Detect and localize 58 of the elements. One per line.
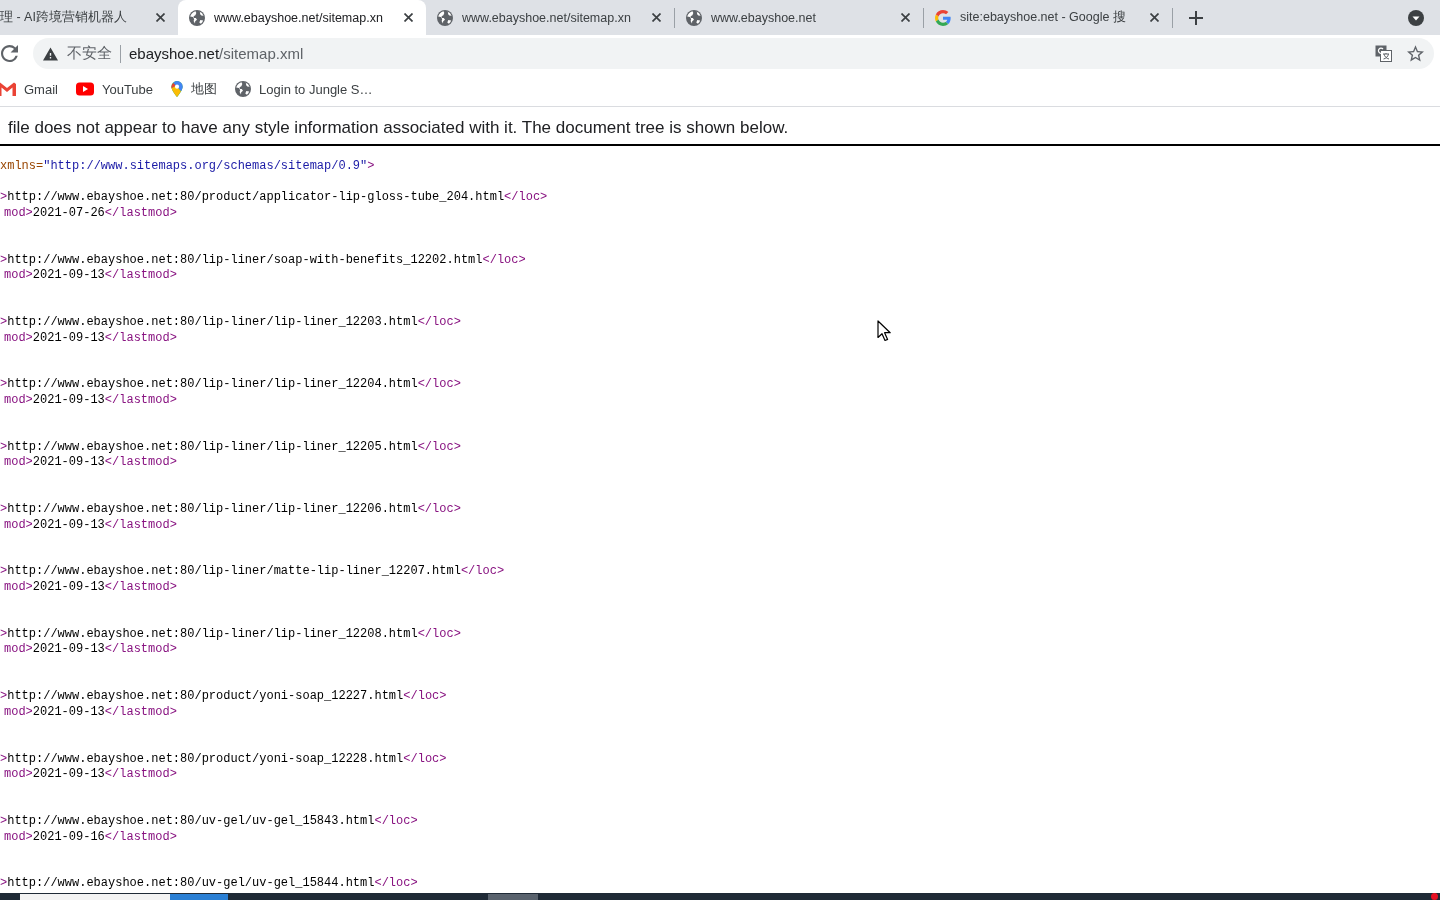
- translate-icon[interactable]: [1375, 45, 1392, 62]
- xml-lastmod-line: mod>2021-07-26</lastmod>: [3, 205, 177, 222]
- browser-tab[interactable]: www.ebayshoe.net/sitemap.xn: [426, 0, 674, 35]
- close-icon[interactable]: [901, 13, 910, 22]
- google-g-icon: [935, 9, 951, 26]
- globe-icon: [235, 81, 252, 97]
- mouse-cursor-icon: [877, 320, 891, 342]
- bookmark-item[interactable]: Login to Jungle S…: [235, 81, 373, 97]
- reload-icon[interactable]: [1, 45, 18, 62]
- bookmark-item[interactable]: 地图: [171, 80, 218, 98]
- globe-icon: [189, 9, 205, 26]
- xml-loc-line: >http://www.ebayshoe.net:80/product/yoni-soap_12228.html</loc>: [0, 751, 447, 768]
- xml-lastmod-line: mod>2021-09-13</lastmod>: [3, 330, 177, 347]
- xml-loc-line: >http://www.ebayshoe.net:80/lip-liner/lip-liner_12203.html</loc>: [0, 314, 461, 331]
- xml-lastmod-line: mod>2021-09-13</lastmod>: [3, 392, 177, 409]
- xml-lastmod-line: mod>2021-09-13</lastmod>: [3, 580, 177, 596]
- tab-search-dropdown-icon[interactable]: [1408, 9, 1424, 26]
- xml-lastmod-line: mod>2021-09-13</lastmod>: [3, 517, 177, 534]
- xml-style-notice: file does not appear to have any style information associated with it. The document tree is shown below.: [8, 116, 789, 138]
- notification-dot-icon: [1431, 893, 1438, 900]
- security-indicator[interactable]: 不安全: [43, 44, 112, 63]
- xml-loc-line: >http://www.ebayshoe.net:80/uv-gel/uv-gel_15844.html</loc>: [0, 876, 418, 892]
- bookmark-star-icon[interactable]: [1407, 45, 1424, 62]
- new-tab-plus-icon[interactable]: [1189, 10, 1203, 25]
- browser-tab[interactable]: www.ebayshoe.net/sitemap.xn: [178, 0, 426, 35]
- close-icon[interactable]: [156, 13, 165, 22]
- close-icon[interactable]: [1150, 13, 1159, 22]
- taskbar-search-field[interactable]: [20, 894, 170, 900]
- xml-loc-line: >http://www.ebayshoe.net:80/product/yoni-soap_12227.html</loc>: [0, 689, 447, 705]
- browser-tab[interactable]: site:ebayshoe.net - Google 搜: [924, 0, 1172, 35]
- xml-loc-line: >http://www.ebayshoe.net:80/lip-liner/lip-liner_12208.html</loc>: [0, 626, 461, 643]
- envelope-m-icon: [0, 81, 16, 97]
- xml-lastmod-line: mod>2021-09-13</lastmod>: [3, 642, 177, 658]
- xml-lastmod-line: mod>2021-09-16</lastmod>: [3, 829, 177, 846]
- close-icon[interactable]: [404, 13, 413, 22]
- xml-loc-line: >http://www.ebayshoe.net:80/lip-liner/lip-liner_12204.html</loc>: [0, 377, 461, 393]
- xml-lastmod-line: mod>2021-09-13</lastmod>: [3, 767, 177, 783]
- xml-lastmod-line: mod>2021-09-13</lastmod>: [3, 268, 177, 284]
- browser-tab[interactable]: www.ebayshoe.net: [675, 0, 923, 35]
- xml-loc-line: >http://www.ebayshoe.net:80/uv-gel/uv-gel_15843.html</loc>: [0, 813, 418, 830]
- bookmark-item[interactable]: Gmail: [0, 81, 58, 97]
- address-bar[interactable]: 不安全 ebayshoe.net/sitemap.xml: [33, 38, 1434, 69]
- play-button-icon: [75, 81, 94, 97]
- xml-loc-line: >http://www.ebayshoe.net:80/lip-liner/matte-lip-liner_12207.html</loc>: [0, 564, 505, 581]
- xml-lastmod-line: mod>2021-09-13</lastmod>: [3, 704, 177, 721]
- browser-tab[interactable]: 理 - AI跨境营销机器人: [0, 0, 178, 35]
- warning-icon: [43, 46, 58, 61]
- xml-lastmod-line: mod>2021-09-13</lastmod>: [3, 455, 177, 471]
- close-icon[interactable]: [652, 13, 661, 22]
- globe-icon: [686, 9, 702, 26]
- xml-loc-line: >http://www.ebayshoe.net:80/lip-liner/soap-with-benefits_12202.html</loc>: [0, 252, 526, 269]
- xml-loc-line: >http://www.ebayshoe.net:80/lip-liner/lip-liner_12206.html</loc>: [0, 502, 461, 518]
- bookmark-item[interactable]: YouTube: [75, 81, 154, 97]
- xml-root-line: xmlns="http://www.sitemaps.org/schemas/sitemap/0.9">: [0, 159, 375, 175]
- xml-loc-line: >http://www.ebayshoe.net:80/product/applicator-lip-gloss-tube_204.html</loc>: [0, 190, 548, 206]
- globe-icon: [437, 9, 453, 26]
- xml-loc-line: >http://www.ebayshoe.net:80/lip-liner/lip-liner_12205.html</loc>: [0, 439, 461, 456]
- map-pin-icon: [171, 81, 184, 97]
